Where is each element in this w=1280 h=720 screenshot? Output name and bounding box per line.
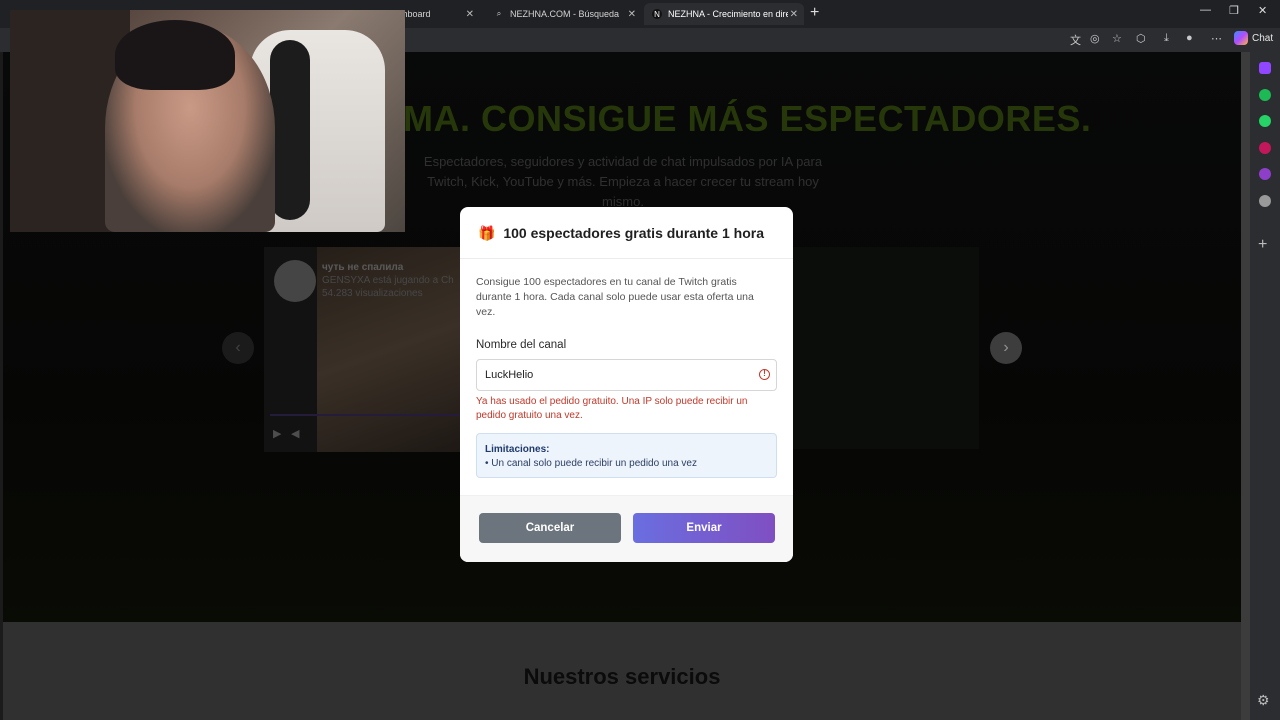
extensions-icon[interactable]: ⬡ [1136,32,1146,45]
favorite-star-icon[interactable]: ☆ [1112,32,1122,45]
gift-icon: 🎁 [478,225,496,241]
copilot-icon [1234,31,1248,45]
close-icon[interactable]: ✕ [466,9,474,20]
free-viewers-modal: 🎁 100 espectadores gratis durante 1 hora… [460,207,793,562]
reader-icon[interactable]: ◎ [1090,32,1100,45]
whatsapp-icon[interactable] [1259,115,1271,127]
search-icon: ⌕ [496,9,502,18]
maximize-icon[interactable]: ❐ [1229,4,1239,17]
webcam-chair-stripe [270,40,310,220]
copilot-chat-button[interactable]: Chat [1234,31,1273,45]
cancel-button[interactable]: Cancelar [479,513,621,543]
tab-nezhna[interactable]: N NEZHNA - Crecimiento en directo ✕ [644,3,804,25]
minimize-icon[interactable]: — [1200,4,1211,16]
site-favicon-icon: N [652,9,662,19]
modal-title: 100 espectadores gratis durante 1 hora [503,225,764,241]
modal-header: 🎁 100 espectadores gratis durante 1 hora [460,207,793,259]
modal-description: Consigue 100 espectadores en tu canal de… [476,276,754,318]
channel-name-label: Nombre del canal [476,339,567,351]
instagram-icon[interactable] [1259,168,1271,180]
spotify-icon[interactable] [1259,89,1271,101]
tab-label: NEZHNA.COM - Búsqueda [510,9,620,19]
browser-sidebar: + ⚙ [1250,52,1280,720]
error-message: Ya has usado el pedido gratuito. Una IP … [476,396,748,421]
profile-icon[interactable]: ● [1186,32,1193,44]
webcam-overlay [10,10,405,232]
new-tab-button[interactable]: + [810,4,819,22]
download-icon[interactable]: ⤓ [1164,32,1169,45]
settings-icon[interactable]: ⚙ [1257,692,1270,709]
openai-icon[interactable] [1259,195,1271,207]
chat-label: Chat [1252,32,1274,44]
limitations-item: • Un canal solo puede recibir un pedido … [485,458,697,469]
send-button[interactable]: Enviar [633,513,775,543]
limitations-box: Limitaciones: • Un canal solo puede reci… [476,433,777,478]
close-icon[interactable]: ✕ [628,9,636,20]
channel-name-input[interactable] [476,359,777,391]
screen: shboard ✕ ⌕ NEZHNA.COM - Búsqueda ✕ N NE… [0,0,1280,720]
window-close-icon[interactable]: ✕ [1258,4,1267,17]
app-icon[interactable] [1259,142,1271,154]
page-scrollbar[interactable] [1241,52,1250,720]
plus-icon[interactable]: + [1258,236,1267,254]
modal-title-row: 🎁 100 espectadores gratis durante 1 hora [478,225,764,242]
limitations-title: Limitaciones: [485,444,550,455]
tab-search[interactable]: ⌕ NEZHNA.COM - Búsqueda ✕ [486,3,642,25]
error-icon: ! [759,369,770,380]
webcam-person-hair [115,20,235,90]
tab-label: NEZHNA - Crecimiento en directo [668,9,788,19]
translate-icon[interactable]: 文 [1070,32,1081,48]
close-icon[interactable]: ✕ [790,9,798,20]
more-menu-icon[interactable]: ⋯ [1211,32,1222,45]
twitch-icon[interactable] [1259,62,1271,74]
